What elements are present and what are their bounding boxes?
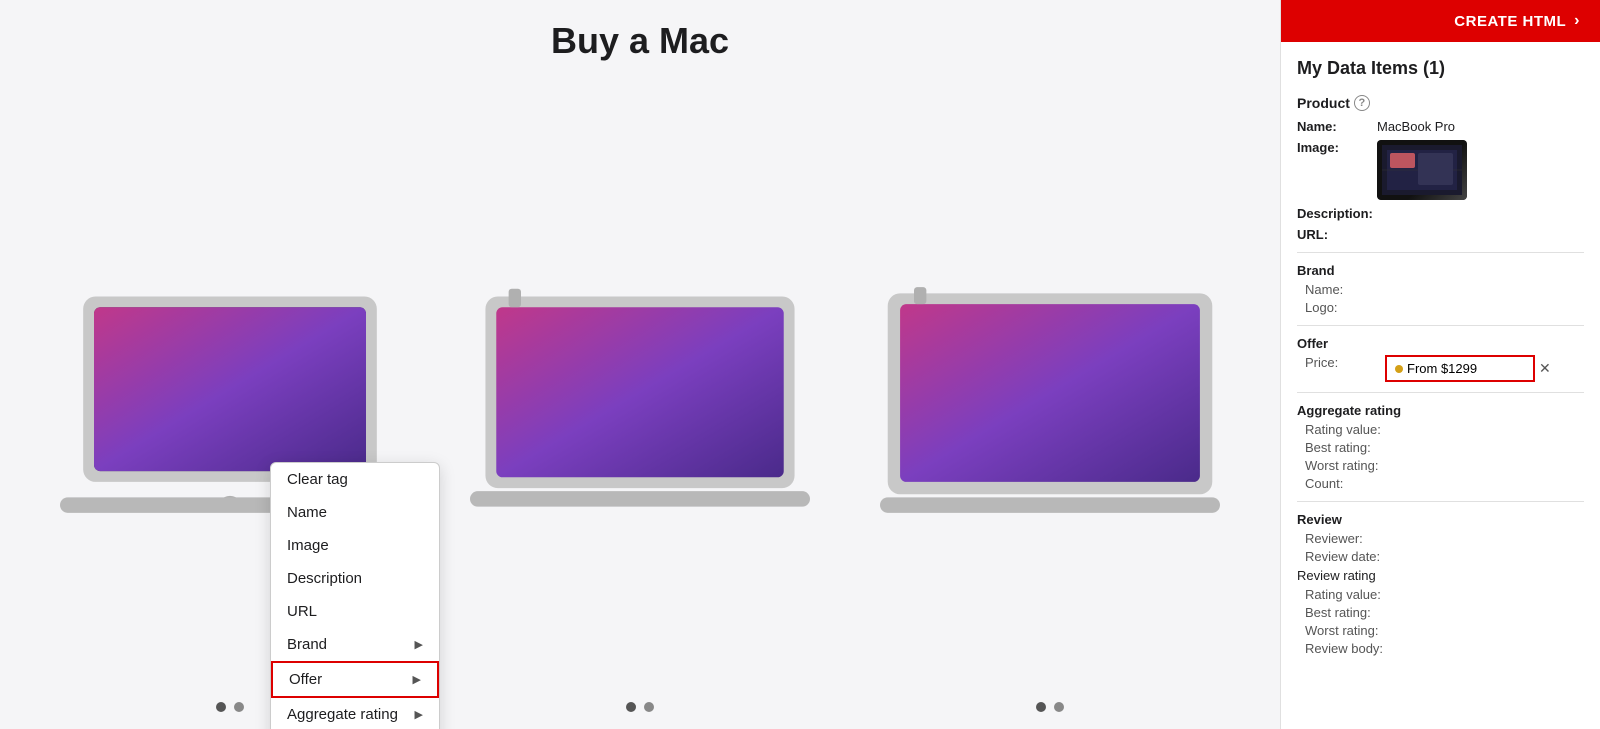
price-input-value: From $1299	[1407, 361, 1477, 376]
section-product-label: Product ?	[1297, 95, 1584, 111]
context-menu-name[interactable]: Name	[271, 496, 439, 529]
url-label: URL:	[1297, 227, 1377, 242]
context-menu-clear-tag[interactable]: Clear tag	[271, 463, 439, 496]
product-card-mbp13: MacBook Pro 13" From $1299 B Learn more …	[40, 92, 420, 717]
context-menu-aggregate-rating[interactable]: Aggregate rating ▶	[271, 698, 439, 729]
thumbnail-inner	[1377, 140, 1467, 200]
rating-value-label: Rating value:	[1305, 422, 1385, 437]
dot	[626, 702, 636, 712]
count-row: Count:	[1305, 476, 1584, 491]
brand-logo-label: Logo:	[1305, 300, 1385, 315]
image-label: Image:	[1297, 140, 1377, 200]
brand-section-label: Brand	[1297, 263, 1584, 278]
chevron-right-icon: ›	[1574, 12, 1580, 30]
sidebar-title: My Data Items (1)	[1297, 58, 1584, 79]
rating-value-row: Rating value:	[1305, 422, 1584, 437]
context-menu-offer[interactable]: Offer ▶ Price	[271, 661, 439, 698]
offer-price-row: Price: From $1299 ✕	[1305, 355, 1584, 382]
price-clear-button[interactable]: ✕	[1539, 360, 1551, 377]
worst-rating-label: Worst rating:	[1305, 458, 1385, 473]
price-input-row: From $1299 ✕	[1385, 355, 1551, 382]
aggregate-rating-label: Aggregate rating	[1297, 403, 1584, 418]
arrow-icon: ▶	[413, 673, 421, 686]
context-menu-description[interactable]: Description	[271, 562, 439, 595]
review-rating-label: Review rating	[1297, 568, 1584, 583]
dot	[216, 702, 226, 712]
product-image-mbp14	[470, 112, 810, 697]
dot	[234, 702, 244, 712]
name-label: Name:	[1297, 119, 1377, 134]
review-date-row: Review date:	[1305, 549, 1584, 564]
name-value: MacBook Pro	[1377, 119, 1584, 134]
create-html-button[interactable]: CREATE HTML ›	[1281, 0, 1600, 42]
context-menu-brand[interactable]: Brand ▶	[271, 628, 439, 661]
review-best-rating-row: Best rating:	[1305, 605, 1584, 620]
description-field-row: Description:	[1297, 206, 1584, 221]
review-rating-value-row: Rating value:	[1305, 587, 1584, 602]
price-input[interactable]: From $1299	[1385, 355, 1535, 382]
review-best-rating-label: Best rating:	[1305, 605, 1385, 620]
help-icon[interactable]: ?	[1354, 95, 1370, 111]
main-content: Buy a Mac	[0, 0, 1280, 729]
context-menu: Clear tag Name Image Description URL Bra…	[270, 462, 440, 729]
product-card-mbp16: MacBook Pro 16" From $2499 Buy Learn mor…	[860, 92, 1240, 717]
context-menu-url[interactable]: URL	[271, 595, 439, 628]
reviewer-row: Reviewer:	[1305, 531, 1584, 546]
review-body-row: Review body:	[1305, 641, 1584, 656]
products-grid: MacBook Pro 13" From $1299 B Learn more …	[40, 92, 1240, 717]
review-section-label: Review	[1297, 512, 1584, 527]
review-rating-value-label: Rating value:	[1305, 587, 1385, 602]
product-thumbnail	[1377, 140, 1467, 200]
best-rating-label: Best rating:	[1305, 440, 1385, 455]
sidebar-inner: My Data Items (1) Product ? Name: MacBoo…	[1281, 42, 1600, 729]
price-dot-icon	[1395, 365, 1403, 373]
review-worst-rating-label: Worst rating:	[1305, 623, 1385, 638]
thumbnail-svg	[1382, 145, 1462, 195]
reviewer-label: Reviewer:	[1305, 531, 1385, 546]
best-rating-row: Best rating:	[1305, 440, 1584, 455]
brand-name-label: Name:	[1305, 282, 1385, 297]
carousel-dots-mbp16	[880, 702, 1220, 712]
review-body-label: Review body:	[1305, 641, 1385, 656]
brand-name-row: Name:	[1305, 282, 1584, 297]
url-field-row: URL:	[1297, 227, 1584, 242]
carousel-dots-mbp14	[470, 702, 810, 712]
brand-logo-row: Logo:	[1305, 300, 1584, 315]
product-image-mbp16	[880, 112, 1220, 697]
dot	[644, 702, 654, 712]
arrow-icon: ▶	[415, 638, 423, 651]
worst-rating-row: Worst rating:	[1305, 458, 1584, 473]
page-title: Buy a Mac	[40, 20, 1240, 62]
count-label: Count:	[1305, 476, 1385, 491]
offer-section-label: Offer	[1297, 336, 1584, 351]
offer-price-label: Price:	[1305, 355, 1385, 382]
image-field-row: Image:	[1297, 140, 1584, 200]
sidebar: CREATE HTML › My Data Items (1) Product …	[1280, 0, 1600, 729]
arrow-icon: ▶	[415, 708, 423, 721]
name-field-row: Name: MacBook Pro	[1297, 119, 1584, 134]
review-date-label: Review date:	[1305, 549, 1385, 564]
context-menu-image[interactable]: Image	[271, 529, 439, 562]
product-card-mbp14: MacBook Pro 14" From $1999 Buy Learn mor…	[450, 92, 830, 717]
review-worst-rating-row: Worst rating:	[1305, 623, 1584, 638]
dot	[1036, 702, 1046, 712]
dot	[1054, 702, 1064, 712]
description-label: Description:	[1297, 206, 1377, 221]
